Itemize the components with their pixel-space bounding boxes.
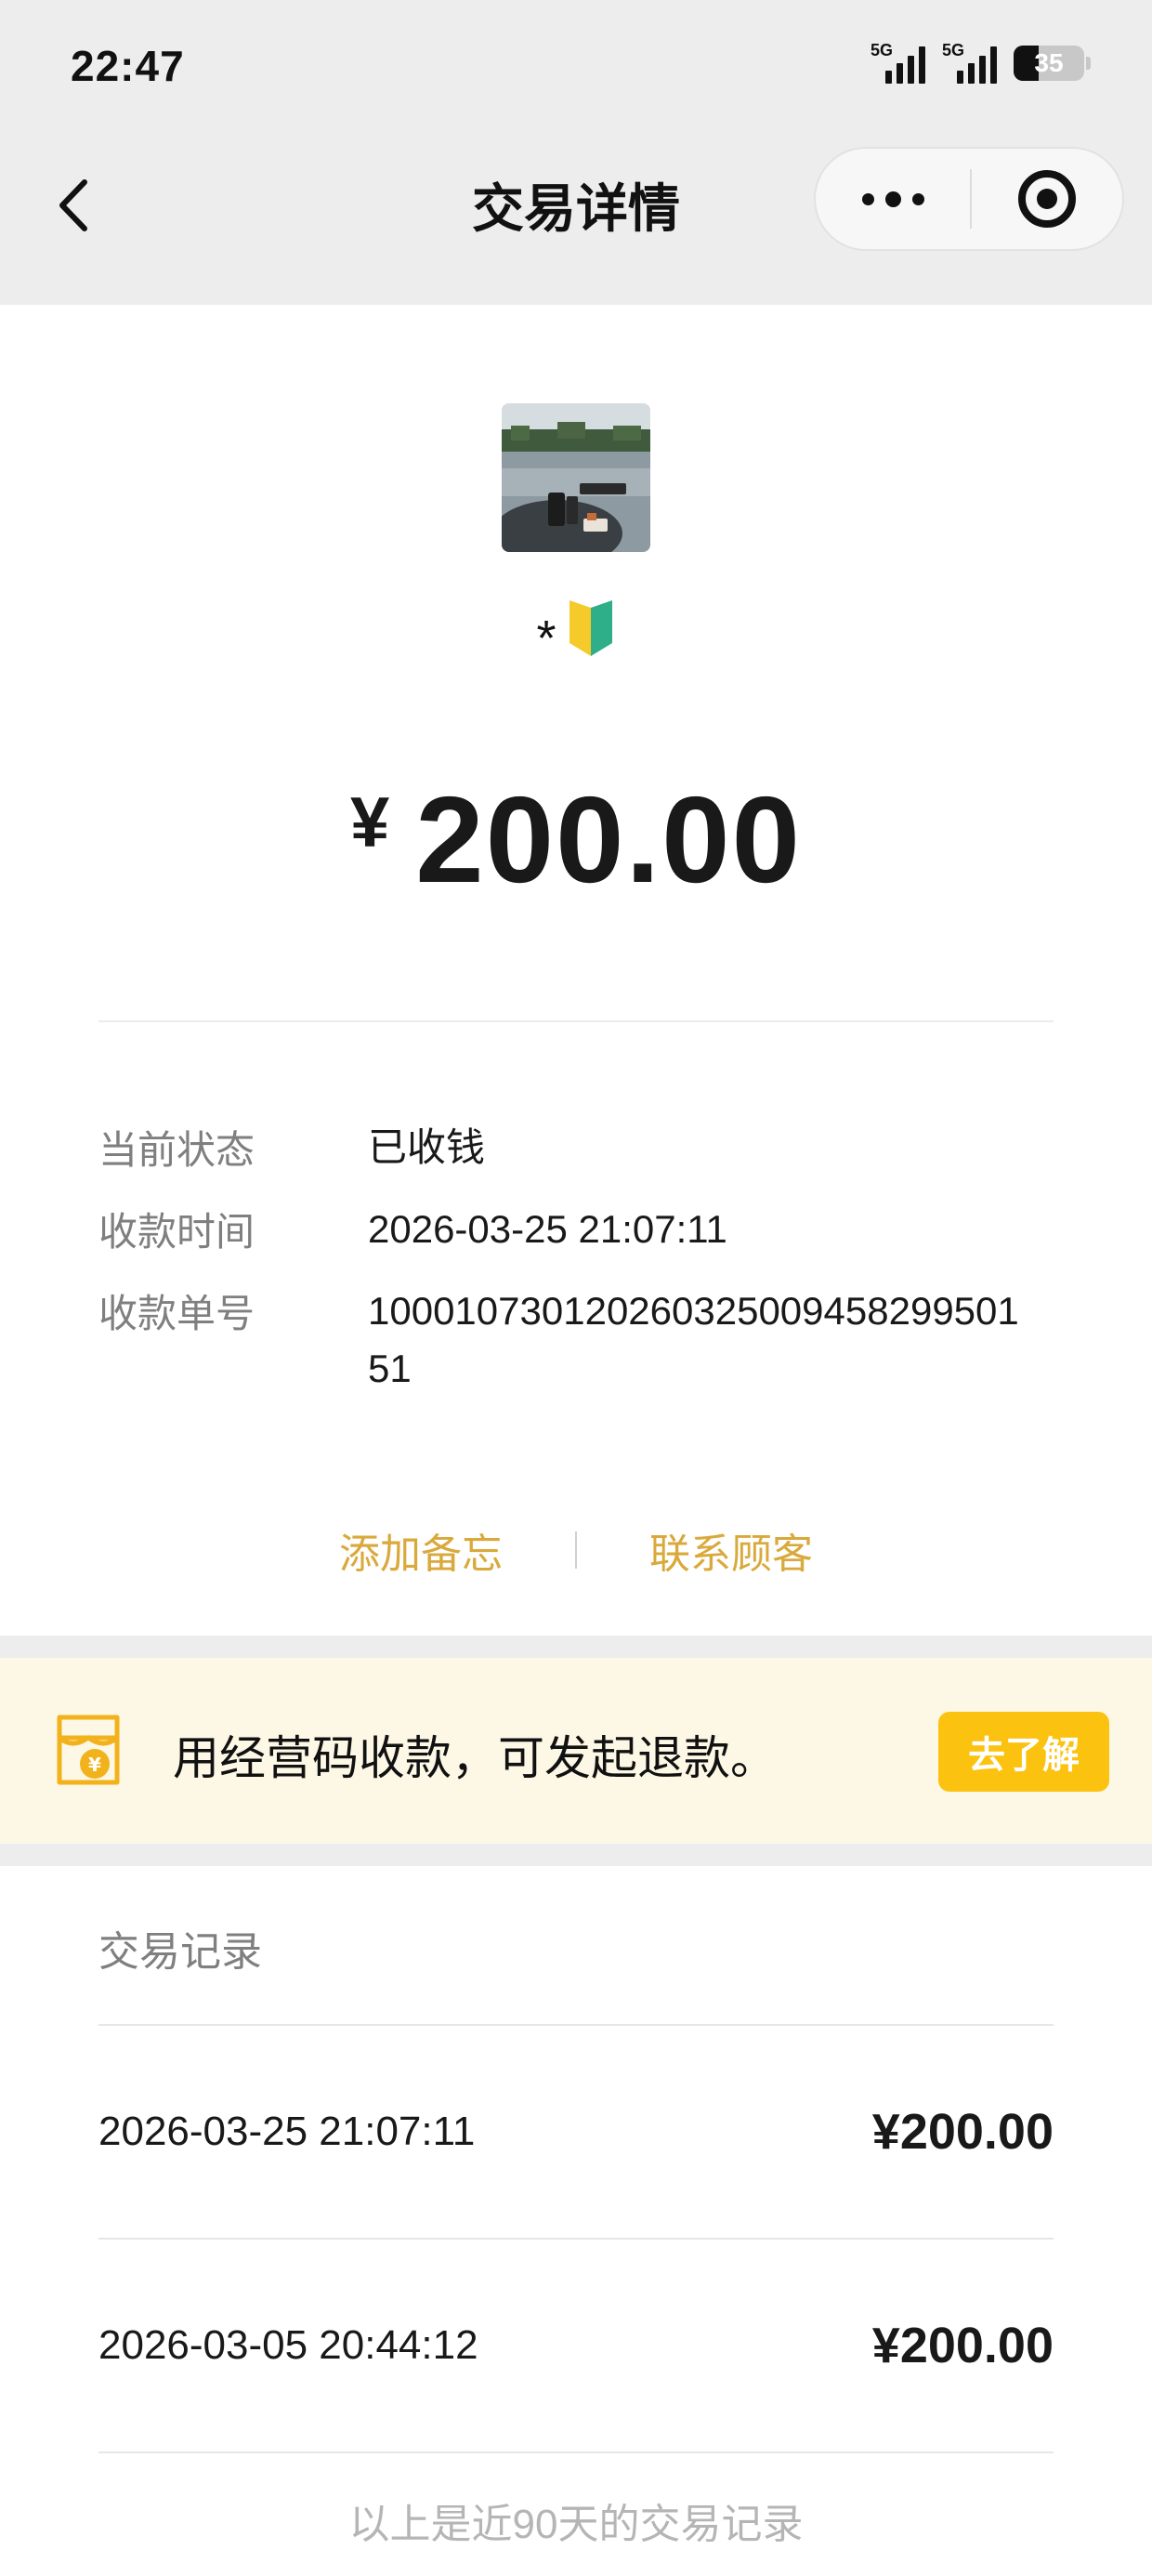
- transaction-amount: ¥ 200.00: [0, 769, 1152, 910]
- record-row[interactable]: 2026-03-05 20:44:12 ¥200.00: [98, 2240, 1054, 2451]
- detail-row-order-number: 收款单号 10001073012026032500945829950151: [98, 1282, 1037, 1398]
- refund-promo-banner: ¥ 用经营码收款，可发起退款。 去了解: [0, 1658, 1152, 1844]
- signal-label: 5G: [942, 41, 965, 59]
- detail-value: 已收钱: [368, 1125, 486, 1169]
- detail-label: 收款时间: [98, 1210, 255, 1254]
- record-row[interactable]: 2026-03-25 21:07:11 ¥200.00: [98, 2026, 1054, 2238]
- mini-program-capsule: [814, 147, 1124, 251]
- nickname-text: *: [536, 611, 556, 666]
- detail-value: 10001073012026032500945829950151: [368, 1289, 1019, 1390]
- battery-icon: 35: [1014, 46, 1084, 81]
- status-time: 22:47: [71, 42, 185, 90]
- learn-more-button[interactable]: 去了解: [938, 1712, 1109, 1792]
- record-amount: ¥200.00: [871, 2318, 1054, 2373]
- detail-value: 2026-03-25 21:07:11: [368, 1207, 727, 1251]
- record-time: 2026-03-25 21:07:11: [98, 2109, 476, 2154]
- record-amount: ¥200.00: [871, 2104, 1054, 2160]
- more-dots-icon: [861, 192, 874, 205]
- detail-row-status: 当前状态 已收钱: [98, 1119, 485, 1176]
- status-bar: 22:47 5G 5G 35: [0, 0, 1152, 139]
- detail-row-time: 收款时间 2026-03-25 21:07:11: [98, 1201, 727, 1258]
- close-button[interactable]: [972, 149, 1122, 249]
- svg-text:¥: ¥: [88, 1754, 101, 1776]
- battery-percent: 35: [1034, 48, 1064, 77]
- more-button[interactable]: [816, 149, 970, 249]
- beginner-badge-icon: [569, 600, 612, 656]
- action-separator: [575, 1531, 577, 1569]
- divider: [98, 1020, 1054, 1022]
- amount-value: 200.00: [415, 771, 802, 908]
- payer-avatar: [502, 403, 650, 552]
- status-icons: 5G 5G 35: [871, 41, 1091, 84]
- action-links: 添加备忘 联系顾客: [0, 1520, 1152, 1580]
- cellular-signal-icon: 5G: [871, 41, 925, 84]
- detail-label: 当前状态: [98, 1128, 255, 1172]
- cellular-signal-icon: 5G: [942, 41, 997, 84]
- record-time: 2026-03-05 20:44:12: [98, 2322, 478, 2368]
- records-footer-note: 以上是近90天的交易记录: [348, 2502, 804, 2547]
- add-note-link[interactable]: 添加备忘: [339, 1520, 503, 1580]
- detail-label: 收款单号: [98, 1292, 255, 1335]
- transaction-records: 交易记录 2026-03-25 21:07:11 ¥200.00 2026-03…: [0, 1866, 1152, 2576]
- mini-program-close-icon: [1018, 170, 1076, 228]
- currency-symbol: ¥: [349, 783, 390, 862]
- transaction-card: * ¥ 200.00 当前状态 已收钱 收款时间 2026-03-25 21:0…: [0, 305, 1152, 1636]
- nav-bar: 交易详情: [0, 139, 1152, 305]
- records-title: 交易记录: [98, 1929, 262, 1975]
- signal-label: 5G: [871, 41, 894, 59]
- promo-text: 用经营码收款，可发起退款。: [173, 1732, 777, 1784]
- payer-nickname: *: [0, 589, 1152, 667]
- contact-customer-link[interactable]: 联系顾客: [649, 1520, 813, 1580]
- divider: [98, 2451, 1054, 2453]
- shop-yen-icon: ¥: [57, 1715, 120, 1785]
